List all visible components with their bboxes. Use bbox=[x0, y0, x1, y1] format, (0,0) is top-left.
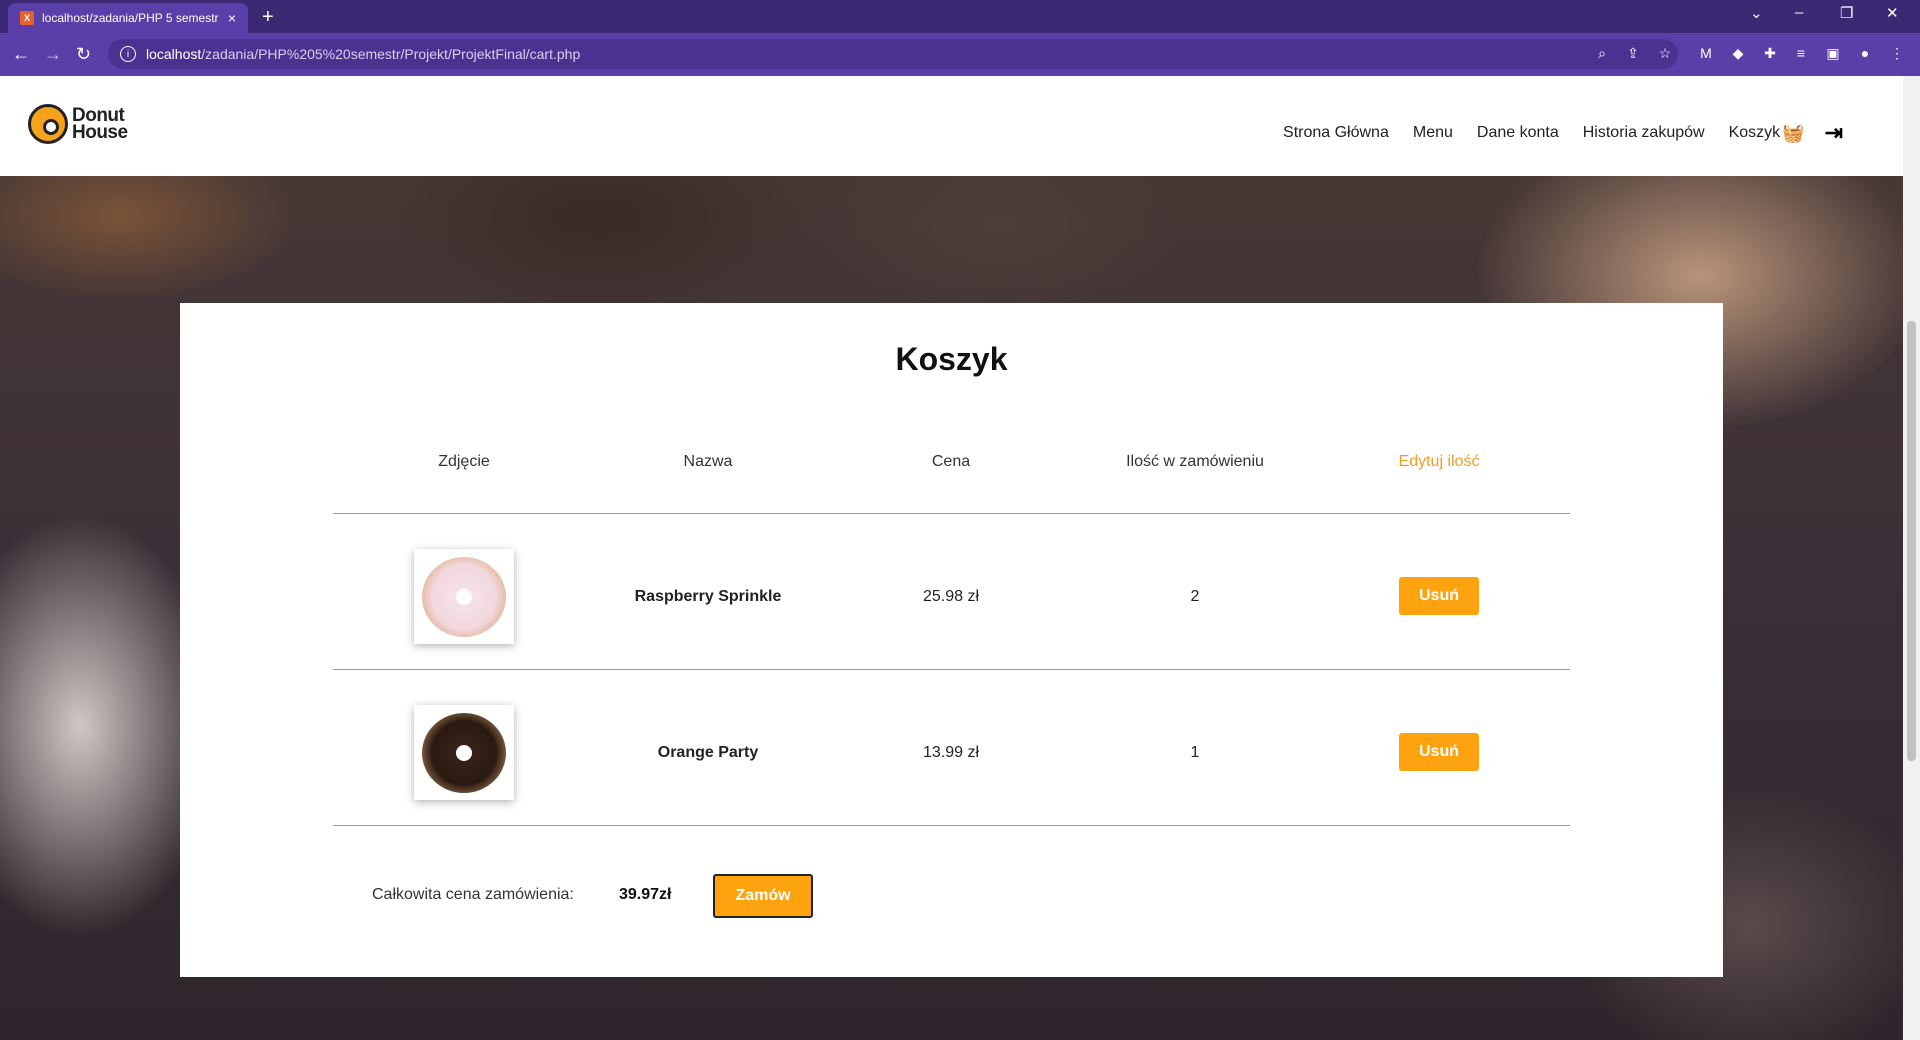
logo-text: Donut House bbox=[72, 106, 128, 143]
restore-icon[interactable]: ❐ bbox=[1840, 4, 1853, 22]
col-image: Zdjęcie bbox=[438, 453, 490, 470]
main-nav: Strona Główna Menu Dane konta Historia z… bbox=[1259, 120, 1843, 146]
extensions-puzzle-icon[interactable]: ✚ bbox=[1761, 45, 1779, 63]
col-name: Nazwa bbox=[683, 453, 733, 470]
basket-icon[interactable]: 🧺 bbox=[1782, 123, 1804, 144]
logo-line2: House bbox=[72, 122, 128, 143]
product-quantity: 2 bbox=[1190, 588, 1200, 605]
page-viewport: Donut House Strona Główna Menu Dane kont… bbox=[0, 76, 1903, 1040]
raspberry-donut-image bbox=[422, 557, 506, 637]
nav-account[interactable]: Dane konta bbox=[1477, 124, 1559, 142]
reading-list-icon[interactable]: ≡ bbox=[1792, 45, 1810, 63]
tab-close-icon[interactable]: × bbox=[222, 10, 242, 26]
url-host: localhost bbox=[146, 46, 202, 62]
site-header: Donut House Strona Główna Menu Dane kont… bbox=[0, 76, 1903, 176]
scrollbar-thumb[interactable] bbox=[1907, 321, 1916, 761]
page-scrollbar[interactable] bbox=[1903, 76, 1920, 1040]
browser-menu-icon[interactable]: ⋮ bbox=[1888, 45, 1906, 63]
minimize-icon[interactable]: – bbox=[1795, 4, 1803, 21]
tab-search-icon[interactable]: ⌄ bbox=[1750, 4, 1763, 22]
reload-icon[interactable]: ↻ bbox=[76, 44, 91, 65]
tab-title: localhost/zadania/PHP 5 semestr bbox=[42, 11, 219, 25]
product-name: Raspberry Sprinkle bbox=[634, 588, 782, 605]
product-image bbox=[414, 549, 514, 644]
profile-avatar-icon[interactable]: ● bbox=[1856, 45, 1874, 63]
col-price: Cena bbox=[931, 453, 971, 470]
cart-card: Koszyk Zdjęcie Nazwa Cena Ilość w zamówi… bbox=[180, 303, 1723, 977]
back-icon[interactable]: ← bbox=[12, 44, 30, 65]
browser-tabbar: X localhost/zadania/PHP 5 semestr × + ⌄ … bbox=[0, 0, 1920, 33]
product-image bbox=[414, 705, 514, 800]
donut-logo-icon bbox=[28, 104, 68, 144]
site-logo[interactable]: Donut House bbox=[28, 104, 128, 144]
product-quantity: 1 bbox=[1190, 744, 1200, 761]
url-path: /zadania/PHP%205%20semestr/Projekt/Proje… bbox=[201, 46, 581, 62]
address-bar[interactable]: i localhost/zadania/PHP%205%20semestr/Pr… bbox=[108, 39, 1678, 69]
share-icon[interactable]: ⇪ bbox=[1624, 45, 1642, 63]
nav-menu[interactable]: Menu bbox=[1413, 124, 1453, 142]
product-price: 13.99 zł bbox=[922, 744, 980, 761]
orange-party-donut-image bbox=[422, 713, 506, 793]
nav-home[interactable]: Strona Główna bbox=[1283, 124, 1389, 142]
order-button[interactable]: Zamów bbox=[713, 874, 813, 918]
nav-history[interactable]: Historia zakupów bbox=[1583, 124, 1705, 142]
nav-cart[interactable]: Koszyk bbox=[1729, 124, 1781, 142]
total-value: 39.97zł bbox=[619, 886, 672, 903]
logout-icon[interactable]: ⇥ bbox=[1825, 120, 1843, 146]
site-info-icon[interactable]: i bbox=[120, 46, 136, 62]
browser-toolbar: ← → ↻ i localhost/zadania/PHP%205%20seme… bbox=[0, 33, 1920, 76]
page-title: Koszyk bbox=[895, 341, 1008, 377]
table-row: Raspberry Sprinkle 25.98 zł 2 Usuń bbox=[333, 514, 1570, 670]
table-row: Orange Party 13.99 zł 1 Usuń bbox=[333, 670, 1570, 826]
side-panel-icon[interactable]: ▣ bbox=[1824, 45, 1842, 63]
forward-icon[interactable]: → bbox=[44, 44, 62, 65]
zoom-icon[interactable]: ⌕ bbox=[1593, 45, 1611, 63]
remove-button[interactable]: Usuń bbox=[1399, 577, 1479, 615]
total-label: Całkowita cena zamówienia: bbox=[372, 886, 574, 903]
ublock-icon[interactable]: ◆ bbox=[1729, 45, 1747, 63]
window-close-icon[interactable]: ✕ bbox=[1886, 4, 1899, 22]
col-quantity: Ilość w zamówieniu bbox=[1126, 453, 1264, 470]
remove-button[interactable]: Usuń bbox=[1399, 733, 1479, 771]
col-edit: Edytuj ilość bbox=[1398, 453, 1480, 470]
cart-table-header: Zdjęcie Nazwa Cena Ilość w zamówieniu Ed… bbox=[333, 453, 1570, 514]
bookmark-star-icon[interactable]: ☆ bbox=[1656, 45, 1674, 63]
xampp-favicon-icon: X bbox=[20, 11, 34, 25]
new-tab-button[interactable]: + bbox=[262, 6, 274, 29]
browser-tab[interactable]: X localhost/zadania/PHP 5 semestr × bbox=[8, 3, 248, 33]
extension-m-icon[interactable]: M bbox=[1697, 45, 1715, 63]
product-name: Orange Party bbox=[657, 744, 759, 761]
product-price: 25.98 zł bbox=[922, 588, 980, 605]
